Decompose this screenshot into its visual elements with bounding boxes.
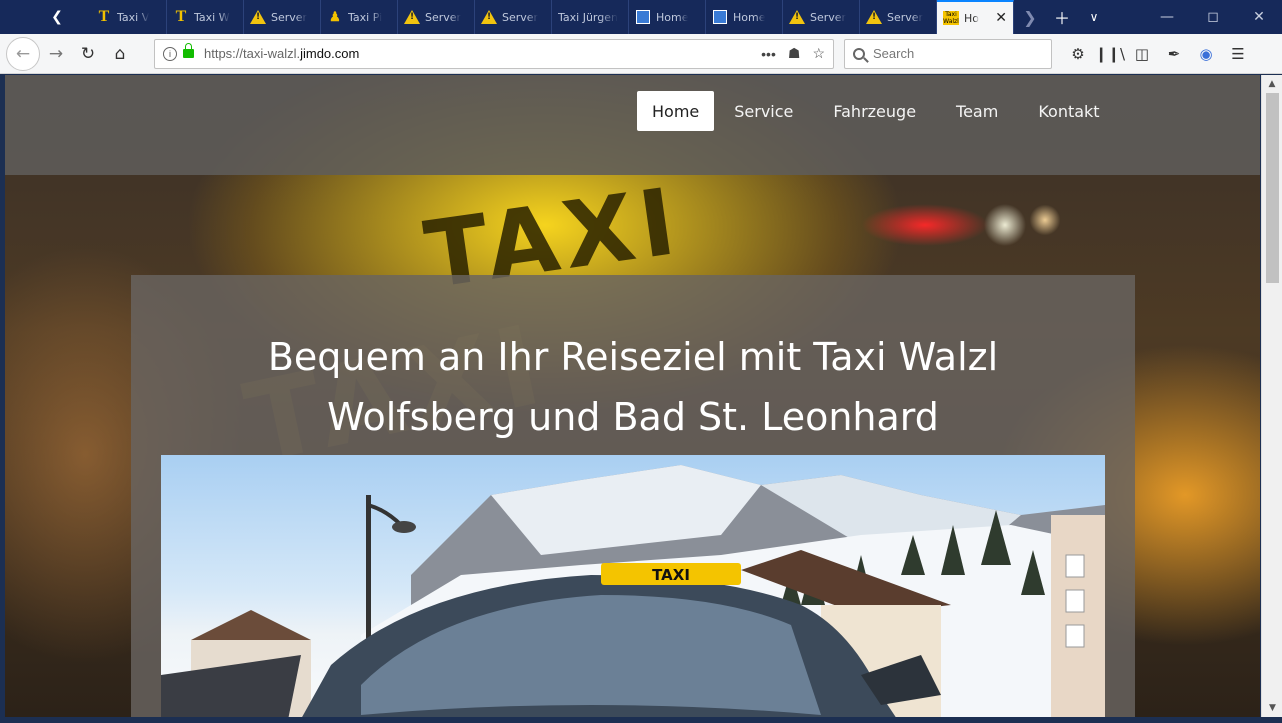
taxi-t-icon: T bbox=[175, 8, 187, 25]
headline-line-1: Bequem an Ihr Reiseziel mit Taxi Walzl bbox=[267, 335, 999, 379]
tab-scroll-right-button[interactable]: ❯ bbox=[1014, 8, 1046, 27]
tab-scroll-left-button[interactable]: ❮ bbox=[42, 0, 72, 34]
photo-illustration: TAXI bbox=[161, 465, 1105, 717]
taxi-favicon: Taxi Walzl bbox=[943, 11, 959, 25]
tab-server-4[interactable]: Server bbox=[783, 0, 860, 34]
home-button[interactable]: ⌂ bbox=[104, 38, 136, 70]
sidebar-icon[interactable]: ◫ bbox=[1126, 45, 1158, 63]
tab-home-2[interactable]: Home bbox=[706, 0, 783, 34]
nav-fahrzeuge[interactable]: Fahrzeuge bbox=[813, 91, 936, 131]
hero-photo-taxi-snow: TAXI bbox=[161, 455, 1105, 717]
scroll-down-arrow-icon[interactable]: ▼ bbox=[1262, 699, 1282, 717]
tab-server-5[interactable]: Server bbox=[860, 0, 937, 34]
tab-taxi-juergen[interactable]: Taxi Jürgen bbox=[552, 0, 629, 34]
arrow-right-icon: → bbox=[48, 43, 64, 64]
page-icon bbox=[712, 9, 728, 25]
forward-button[interactable]: → bbox=[40, 38, 72, 70]
url-bar[interactable]: i https://taxi-walzl. jimdo.com ••• ☗ ☆ bbox=[154, 38, 834, 69]
tab-label: Server bbox=[271, 10, 308, 24]
tab-taxi-2[interactable]: T Taxi W bbox=[167, 0, 244, 34]
settings-gear-icon[interactable]: ⚙ bbox=[1062, 45, 1094, 63]
tab-strip-spacer bbox=[0, 0, 42, 34]
tab-label: Taxi Pi bbox=[348, 10, 383, 24]
tab-server-3[interactable]: Server bbox=[475, 0, 552, 34]
close-window-icon[interactable]: ✕ bbox=[1236, 9, 1282, 25]
bookmark-star-icon[interactable]: ☆ bbox=[812, 45, 825, 62]
window-controls: — ◻ ✕ bbox=[1144, 0, 1282, 34]
url-domain: jimdo.com bbox=[300, 46, 360, 61]
tab-label: Server bbox=[502, 10, 539, 24]
nav-home[interactable]: Home bbox=[637, 91, 715, 131]
nav-team[interactable]: Team bbox=[936, 91, 1018, 131]
tab-taxi-3[interactable]: ♟ Taxi Pi bbox=[321, 0, 398, 34]
maximize-icon[interactable]: ◻ bbox=[1190, 9, 1236, 25]
tab-home-1[interactable]: Home bbox=[629, 0, 706, 34]
page-title: Bequem an Ihr Reiseziel mit Taxi Walzl W… bbox=[131, 327, 1135, 447]
toolbar-icons: ⚙ ❙❙\ ◫ ✒ ◉ ☰ bbox=[1062, 45, 1254, 63]
tab-controls: ❯ ＋ ∨ bbox=[1014, 0, 1110, 34]
reload-button[interactable]: ↻ bbox=[72, 38, 104, 70]
library-icon[interactable]: ❙❙\ bbox=[1094, 45, 1126, 63]
info-icon[interactable]: i bbox=[163, 46, 177, 61]
content-panel: Bequem an Ihr Reiseziel mit Taxi Walzl W… bbox=[131, 275, 1135, 717]
site-navigation: Home Service Fahrzeuge Team Kontakt bbox=[637, 91, 1120, 131]
new-tab-button[interactable]: ＋ bbox=[1046, 5, 1078, 29]
chevron-left-icon: ❮ bbox=[51, 9, 63, 25]
scroll-thumb[interactable] bbox=[1266, 93, 1279, 283]
tab-label: Home bbox=[656, 10, 689, 24]
tab-label: Home bbox=[733, 10, 766, 24]
tab-server-1[interactable]: Server bbox=[244, 0, 321, 34]
lock-icon[interactable] bbox=[183, 43, 194, 58]
headline-line-2: Wolfsberg und Bad St. Leonhard bbox=[327, 395, 939, 439]
tab-label: Server bbox=[887, 10, 924, 24]
eyedropper-icon[interactable]: ✒ bbox=[1158, 45, 1190, 63]
url-actions: ••• ☗ ☆ bbox=[761, 45, 825, 62]
menu-hamburger-icon[interactable]: ☰ bbox=[1222, 45, 1254, 63]
extension-icon[interactable]: ◉ bbox=[1190, 45, 1222, 63]
home-icon: ⌂ bbox=[114, 43, 126, 64]
tab-label: Ho bbox=[964, 11, 980, 25]
pocket-icon[interactable]: ☗ bbox=[788, 45, 801, 62]
warning-icon bbox=[866, 9, 882, 25]
scroll-up-arrow-icon[interactable]: ▲ bbox=[1262, 75, 1282, 93]
search-input[interactable]: Search bbox=[844, 38, 1052, 69]
search-placeholder: Search bbox=[873, 46, 915, 61]
tab-list-button[interactable]: ∨ bbox=[1078, 10, 1110, 24]
warning-icon bbox=[250, 9, 266, 25]
site-header: Home Service Fahrzeuge Team Kontakt bbox=[5, 75, 1260, 175]
tab-server-2[interactable]: Server bbox=[398, 0, 475, 34]
page-icon bbox=[635, 9, 651, 25]
nav-service[interactable]: Service bbox=[714, 91, 813, 131]
page-scrollbar[interactable]: ▲ ▼ bbox=[1261, 75, 1282, 717]
window-bottom-border bbox=[0, 717, 1282, 723]
back-button[interactable]: ← bbox=[6, 36, 40, 71]
tab-label: Server bbox=[810, 10, 847, 24]
tab-taxi-1[interactable]: T Taxi V bbox=[90, 0, 167, 34]
photo-taxi-sign: TAXI bbox=[652, 566, 690, 584]
page-actions-icon[interactable]: ••• bbox=[761, 46, 776, 62]
warning-icon bbox=[481, 9, 497, 25]
tab-active-home[interactable]: Taxi Walzl Ho ✕ bbox=[937, 0, 1014, 34]
page-viewport: TAXI TAXI Home Service Fahrzeuge Team Ko… bbox=[5, 75, 1260, 717]
tab-label: Server bbox=[425, 10, 462, 24]
warning-icon bbox=[789, 9, 805, 25]
minimize-icon[interactable]: — bbox=[1144, 9, 1190, 25]
taxi-person-icon: ♟ bbox=[329, 9, 341, 24]
search-icon bbox=[853, 47, 865, 60]
close-tab-icon[interactable]: ✕ bbox=[995, 10, 1007, 26]
url-prefix: https://taxi-walzl. bbox=[204, 46, 301, 61]
nav-kontakt[interactable]: Kontakt bbox=[1018, 91, 1119, 131]
navigation-toolbar: ← → ↻ ⌂ i https://taxi-walzl. jimdo.com •… bbox=[0, 34, 1282, 74]
taxi-t-icon: T bbox=[98, 8, 110, 25]
tab-label: Taxi W bbox=[194, 10, 230, 24]
reload-icon: ↻ bbox=[80, 43, 96, 64]
tab-label: Taxi Jürgen bbox=[558, 10, 618, 24]
tab-gap bbox=[72, 0, 90, 34]
warning-icon bbox=[404, 9, 420, 25]
arrow-left-icon: ← bbox=[15, 43, 31, 64]
tab-strip: ❮ T Taxi V T Taxi W Server ♟ Taxi Pi Ser… bbox=[0, 0, 1282, 34]
tab-label: Taxi V bbox=[117, 10, 150, 24]
